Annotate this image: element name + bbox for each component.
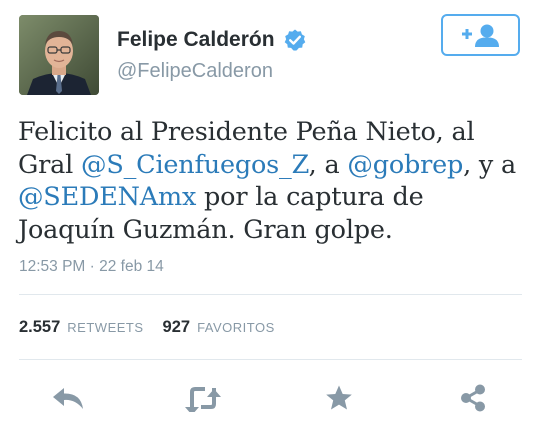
favorites-label[interactable]: FAVORITOS	[197, 320, 275, 335]
divider	[19, 359, 522, 360]
action-bar	[0, 378, 540, 418]
avatar[interactable]	[19, 15, 99, 95]
tweet-stats: 2.557 RETWEETS 927 FAVORITOS	[19, 318, 275, 337]
tweet-text-segment: , y a	[463, 149, 517, 180]
name-row: Felipe Calderón	[117, 27, 307, 53]
add-user-icon	[461, 24, 499, 47]
reply-icon	[53, 388, 83, 409]
star-icon	[326, 385, 352, 410]
retweet-button[interactable]	[181, 378, 225, 418]
share-button[interactable]	[451, 378, 495, 418]
tweet-timestamp[interactable]: 12:53 PM · 22 feb 14	[19, 258, 164, 276]
tweet-card: Felipe Calderón @FelipeCalderon Felicito…	[0, 0, 540, 433]
favorites-count[interactable]: 927	[163, 318, 191, 337]
user-handle[interactable]: @FelipeCalderon	[117, 60, 273, 83]
verified-badge-icon	[283, 28, 307, 52]
reply-button[interactable]	[46, 378, 90, 418]
retweet-icon	[185, 387, 221, 412]
favorite-button[interactable]	[317, 378, 361, 418]
share-icon	[461, 384, 485, 412]
mention-link[interactable]: @S_Cienfuegos_Z	[81, 150, 309, 180]
tweet-text: Felicito al Presidente Peña Nieto, al Gr…	[18, 116, 523, 246]
mention-link[interactable]: @gobrep	[347, 150, 463, 180]
follow-button[interactable]	[441, 14, 520, 56]
retweets-count[interactable]: 2.557	[19, 318, 60, 337]
display-name[interactable]: Felipe Calderón	[117, 28, 275, 52]
tweet-text-segment: , a	[308, 149, 348, 180]
profile-photo	[19, 15, 99, 95]
divider	[19, 294, 522, 295]
mention-link[interactable]: @SEDENAmx	[18, 182, 196, 212]
retweets-label[interactable]: RETWEETS	[67, 320, 143, 335]
